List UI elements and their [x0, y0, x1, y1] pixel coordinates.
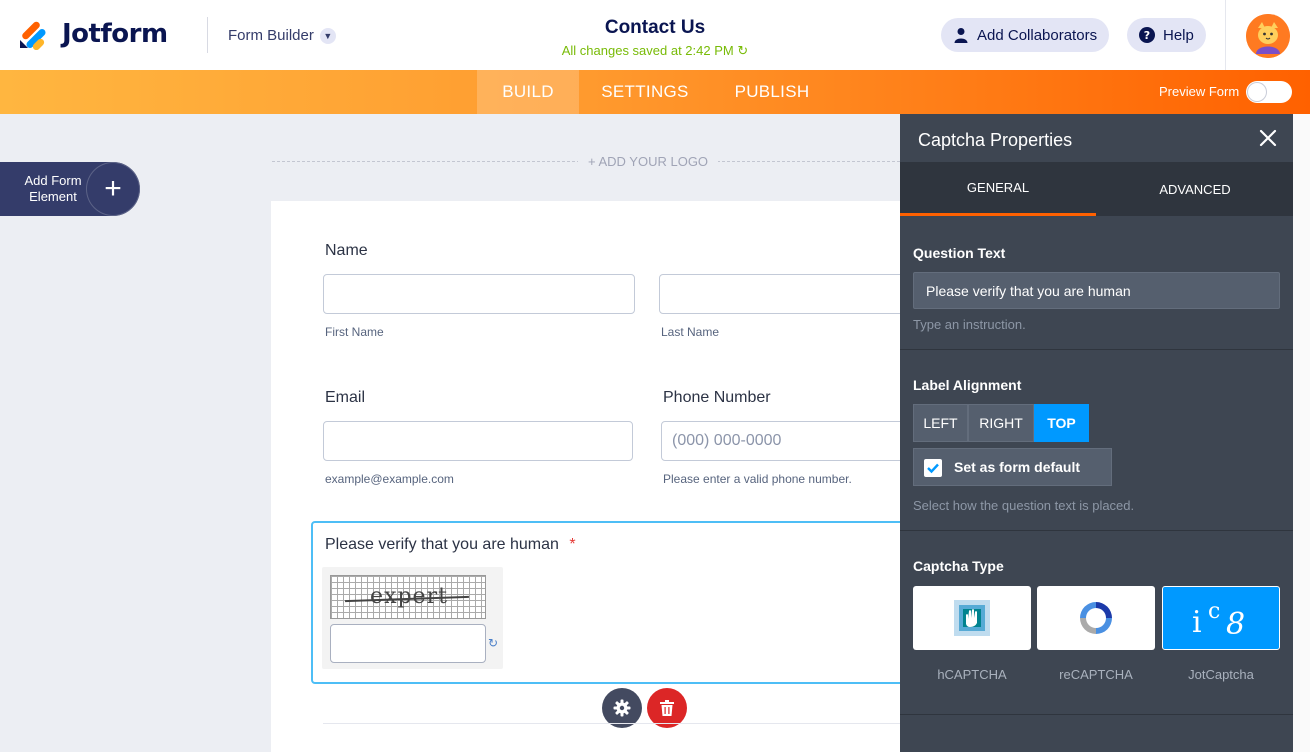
panel-scrollbar[interactable] [1293, 114, 1310, 752]
saved-status-text: All changes saved at 2:42 PM [561, 43, 734, 58]
hcaptcha-option[interactable] [913, 586, 1031, 650]
align-left-button[interactable]: LEFT [913, 404, 968, 442]
tab-advanced[interactable]: ADVANCED [1097, 162, 1293, 216]
tab-settings[interactable]: SETTINGS [594, 70, 696, 114]
jotcaptcha-label: JotCaptcha [1188, 667, 1254, 682]
add-logo-link[interactable]: + ADD YOUR LOGO [578, 154, 719, 169]
question-text-value: Please verify that you are human [926, 283, 1131, 299]
chevron-down-icon: ▼ [319, 27, 336, 44]
question-circle-icon: ? [1139, 27, 1155, 43]
refresh-icon: ↻ [737, 43, 749, 58]
set-as-default-checkbox[interactable]: Set as form default [913, 448, 1112, 486]
phone-sublabel: Please enter a valid phone number. [663, 472, 852, 486]
add-collaborators-label: Add Collaborators [977, 26, 1098, 44]
form-builder-label: Form Builder [228, 27, 314, 44]
hcaptcha-logo-icon [954, 600, 990, 636]
captcha-label-text: Please verify that you are human [325, 536, 559, 553]
phone-label: Phone Number [663, 389, 771, 406]
toggle-knob [1248, 83, 1266, 101]
cat-avatar-icon [1246, 14, 1290, 58]
svg-text:?: ? [1144, 29, 1150, 42]
panel-header: Captcha Properties [900, 114, 1293, 162]
question-text-help: Type an instruction. [913, 317, 1026, 332]
label-alignment-label: Label Alignment [913, 377, 1022, 393]
captcha-label: Please verify that you are human * [325, 536, 576, 554]
brand-name: Jotform [62, 19, 168, 49]
panel-title: Captcha Properties [918, 130, 1073, 150]
align-top-button[interactable]: TOP [1034, 404, 1089, 442]
tab-build[interactable]: BUILD [477, 70, 579, 114]
help-label: Help [1163, 26, 1194, 44]
email-sublabel: example@example.com [325, 472, 454, 486]
email-label: Email [325, 389, 366, 406]
gear-icon [613, 699, 631, 717]
set-as-default-label: Set as form default [954, 459, 1081, 475]
add-form-element-button[interactable]: Add Form Element + [0, 162, 140, 216]
svg-text:i: i [1192, 605, 1202, 640]
jotcaptcha-option[interactable]: i c 8 [1162, 586, 1280, 650]
last-name-sublabel: Last Name [661, 325, 720, 339]
first-name-input[interactable] [323, 274, 635, 314]
captcha-refresh-icon[interactable]: ↻ [488, 636, 500, 650]
label-alignment-help: Select how the question text is placed. [913, 498, 1135, 513]
phone-placeholder: (000) 000-0000 [672, 432, 782, 449]
field-divider [323, 723, 900, 724]
trash-icon [660, 700, 674, 716]
question-text-section: Question Text Please verify that you are… [900, 216, 1293, 350]
svg-text:8: 8 [1226, 607, 1245, 640]
captcha-properties-panel: Captcha Properties GENERAL ADVANCED Ques… [900, 114, 1293, 752]
saved-status: All changes saved at 2:42 PM ↻ [0, 43, 1310, 59]
jotform-logo[interactable]: Jotform [18, 18, 168, 50]
account-area [1225, 0, 1310, 70]
first-name-sublabel: First Name [325, 325, 384, 339]
help-button[interactable]: ? Help [1127, 18, 1206, 52]
field-settings-button[interactable] [602, 688, 642, 728]
email-input[interactable] [323, 421, 633, 461]
check-icon [927, 463, 939, 474]
header-divider [207, 17, 208, 53]
question-text-input[interactable]: Please verify that you are human [913, 272, 1280, 309]
tab-general[interactable]: GENERAL [900, 162, 1096, 216]
add-collaborators-button[interactable]: Add Collaborators [941, 18, 1110, 52]
add-form-element-label: Add Form Element [24, 173, 82, 204]
plus-icon: + [86, 162, 140, 216]
delete-field-button[interactable] [647, 688, 687, 728]
jotform-logo-icon [20, 21, 46, 50]
hcaptcha-label: hCAPTCHA [937, 667, 1007, 682]
name-label: Name [325, 242, 368, 259]
required-asterisk: * [569, 536, 576, 553]
captcha-type-label: Captcha Type [913, 558, 1004, 574]
preview-form-label: Preview Form [1159, 84, 1240, 99]
jotcaptcha-logo-icon: i c 8 [1192, 599, 1245, 640]
top-header: Jotform Form Builder ▼ Contact Us All ch… [0, 0, 1310, 70]
last-name-input[interactable] [659, 274, 919, 314]
close-icon[interactable] [1256, 126, 1280, 150]
form-builder-dropdown[interactable]: Form Builder ▼ [228, 27, 336, 44]
captcha-input[interactable] [330, 624, 486, 663]
captcha-image: expert [330, 575, 486, 619]
recaptcha-label: reCAPTCHA [1059, 667, 1133, 682]
tab-publish[interactable]: PUBLISH [722, 70, 822, 114]
user-icon [953, 27, 969, 43]
phone-input[interactable]: (000) 000-0000 [661, 421, 921, 461]
align-right-button[interactable]: RIGHT [968, 404, 1034, 442]
form-title: Contact Us [604, 17, 706, 38]
recaptcha-option[interactable] [1037, 586, 1155, 650]
builder-nav-bar: BUILD SETTINGS PUBLISH Preview Form [0, 70, 1310, 114]
avatar[interactable] [1246, 14, 1290, 58]
recaptcha-logo-icon [1080, 602, 1112, 634]
preview-form-toggle[interactable] [1246, 81, 1292, 103]
svg-text:c: c [1208, 599, 1220, 624]
checkbox [924, 459, 942, 477]
question-text-label: Question Text [913, 245, 1006, 261]
panel-tabs: GENERAL ADVANCED [900, 162, 1293, 216]
